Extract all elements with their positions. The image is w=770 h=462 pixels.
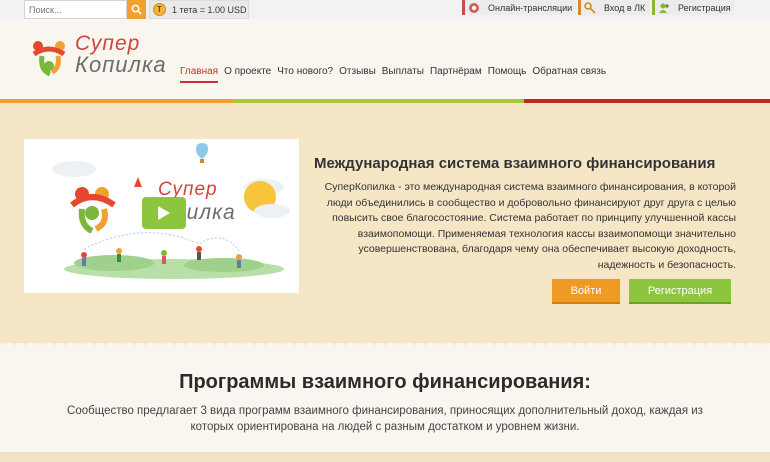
bottom-strip xyxy=(0,452,770,462)
nav-item-payouts[interactable]: Выплаты xyxy=(382,66,424,83)
login-button[interactable]: Войти xyxy=(552,279,620,304)
camera-icon xyxy=(468,2,480,14)
nav-item-partners[interactable]: Партнёрам xyxy=(430,66,482,83)
nav-item-about[interactable]: О проекте xyxy=(224,66,271,83)
nav-item-feedback[interactable]: Обратная связь xyxy=(532,66,606,83)
nav-item-news[interactable]: Что нового? xyxy=(277,66,333,83)
coin-icon: Т xyxy=(153,3,166,16)
link-label: Онлайн-трансляции xyxy=(488,2,573,13)
link-online-streams[interactable]: Онлайн-трансляции xyxy=(462,0,576,15)
link-register[interactable]: Регистрация xyxy=(652,0,734,15)
logo-emblem xyxy=(32,41,66,77)
zigzag-divider xyxy=(0,336,770,346)
currency-rate: Т 1 тета = 1.00 USD xyxy=(149,0,249,19)
search-icon xyxy=(131,4,142,15)
nav-item-home[interactable]: Главная xyxy=(180,66,219,83)
rate-text: 1 тета = 1.00 USD xyxy=(172,4,247,15)
search-input[interactable] xyxy=(24,0,127,19)
nav-item-help[interactable]: Помощь xyxy=(488,66,527,83)
video-play-button[interactable] xyxy=(142,197,186,229)
hero-description: СуперКопилка - это международная система… xyxy=(324,181,736,271)
nav-item-reviews[interactable]: Отзывы xyxy=(339,66,376,83)
link-label: Вход в ЛК xyxy=(604,2,646,13)
search-button[interactable] xyxy=(127,0,146,19)
link-login[interactable]: Вход в ЛК xyxy=(578,0,650,15)
register-button[interactable]: Регистрация xyxy=(629,279,731,304)
hero-title: Международная система взаимного финансир… xyxy=(314,155,716,172)
main-nav: Главная О проекте Что нового? Отзывы Вып… xyxy=(180,66,612,83)
user-add-icon xyxy=(658,2,670,14)
play-icon xyxy=(158,206,170,220)
promo-video[interactable]: Супер Копилка xyxy=(24,139,299,293)
programs-title: Программы взаимного финансирования: xyxy=(179,371,591,393)
programs-description: Сообщество предлагает 3 вида программ вз… xyxy=(67,405,703,433)
key-icon xyxy=(584,1,596,14)
logo-text-kopilka: Копилка xyxy=(75,52,167,77)
link-label: Регистрация xyxy=(678,2,731,13)
